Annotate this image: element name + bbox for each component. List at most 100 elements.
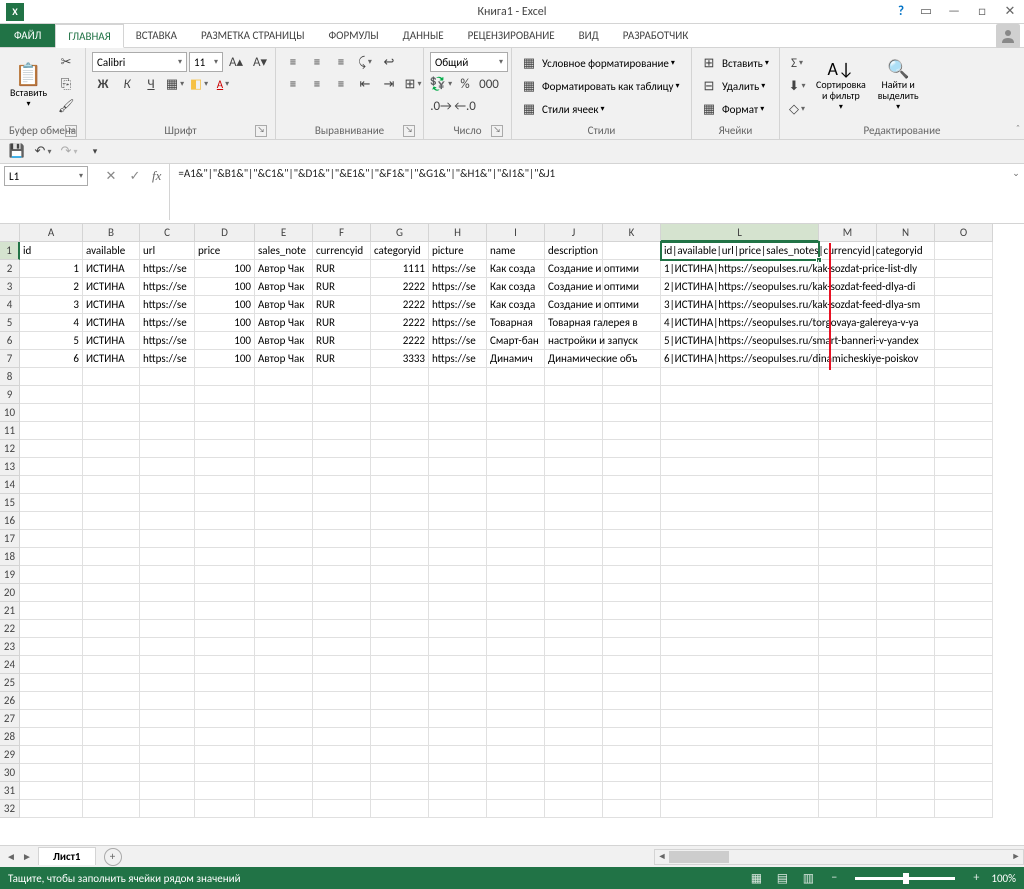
cell[interactable] <box>545 494 603 512</box>
row-header[interactable]: 20 <box>0 584 20 602</box>
collapse-ribbon-icon[interactable]: ˆ <box>1016 122 1020 135</box>
row-header[interactable]: 26 <box>0 692 20 710</box>
cell[interactable] <box>83 494 140 512</box>
cell[interactable] <box>603 782 661 800</box>
cell[interactable] <box>313 764 371 782</box>
cell[interactable] <box>603 674 661 692</box>
underline-button[interactable]: Ч <box>140 74 162 94</box>
sheet-nav-next-icon[interactable]: ► <box>20 850 34 863</box>
cell[interactable]: Смарт-бан <box>487 332 545 350</box>
cell[interactable] <box>935 404 993 422</box>
cell[interactable] <box>255 512 313 530</box>
cell[interactable] <box>140 584 195 602</box>
cell[interactable] <box>877 692 935 710</box>
cell[interactable] <box>603 476 661 494</box>
cell[interactable] <box>935 278 993 296</box>
cell[interactable] <box>313 800 371 818</box>
cell[interactable] <box>140 512 195 530</box>
close-button[interactable]: ✕ <box>996 1 1024 23</box>
column-header[interactable]: H <box>429 224 487 242</box>
cell[interactable] <box>819 602 877 620</box>
cell[interactable] <box>83 368 140 386</box>
cell[interactable] <box>255 440 313 458</box>
cell[interactable] <box>371 800 429 818</box>
tab-insert[interactable]: ВСТАВКА <box>124 24 189 47</box>
cell[interactable] <box>371 710 429 728</box>
tab-formulas[interactable]: ФОРМУЛЫ <box>316 24 390 47</box>
row-header[interactable]: 16 <box>0 512 20 530</box>
cell[interactable] <box>545 638 603 656</box>
column-header[interactable]: B <box>83 224 140 242</box>
cell[interactable] <box>255 620 313 638</box>
cell[interactable] <box>661 710 819 728</box>
cell[interactable] <box>819 620 877 638</box>
cell[interactable] <box>935 260 993 278</box>
align-bottom-icon[interactable]: ≡ <box>330 52 352 72</box>
cell[interactable] <box>661 620 819 638</box>
cell[interactable]: 5 <box>20 332 83 350</box>
cell[interactable] <box>140 782 195 800</box>
cell[interactable]: 3|ИСТИНА|https://seopulses.ru/kak-sozdat… <box>661 296 819 314</box>
cell[interactable] <box>313 602 371 620</box>
cell[interactable]: Создание и оптими <box>545 296 603 314</box>
cell[interactable] <box>487 746 545 764</box>
cell[interactable] <box>83 386 140 404</box>
cell[interactable] <box>255 566 313 584</box>
cell[interactable] <box>20 566 83 584</box>
cell[interactable] <box>545 800 603 818</box>
cell[interactable] <box>313 656 371 674</box>
increase-font-icon[interactable]: A▴ <box>225 52 247 72</box>
cell[interactable] <box>819 404 877 422</box>
cell[interactable] <box>313 404 371 422</box>
cell[interactable]: 2|ИСТИНА|https://seopulses.ru/kak-sozdat… <box>661 278 819 296</box>
font-color-button[interactable]: A <box>212 74 234 94</box>
fill-icon[interactable]: ⬇ <box>786 76 808 96</box>
page-layout-view-icon[interactable]: ▤ <box>771 869 793 887</box>
row-header[interactable]: 19 <box>0 566 20 584</box>
column-header[interactable]: G <box>371 224 429 242</box>
cell[interactable] <box>661 368 819 386</box>
cell[interactable]: настройки и запуск <box>545 332 603 350</box>
cell[interactable] <box>545 422 603 440</box>
row-header[interactable]: 32 <box>0 800 20 818</box>
cell[interactable]: 2222 <box>371 296 429 314</box>
cell[interactable] <box>429 692 487 710</box>
cell[interactable] <box>819 566 877 584</box>
row-header[interactable]: 29 <box>0 746 20 764</box>
cell[interactable] <box>20 800 83 818</box>
cell[interactable]: RUR <box>313 278 371 296</box>
cell[interactable]: 1 <box>20 260 83 278</box>
cell[interactable] <box>255 494 313 512</box>
cell[interactable] <box>83 458 140 476</box>
cell[interactable] <box>545 656 603 674</box>
cell[interactable] <box>255 674 313 692</box>
cell[interactable] <box>140 728 195 746</box>
cell[interactable] <box>935 314 993 332</box>
cell[interactable] <box>140 620 195 638</box>
cell[interactable] <box>20 530 83 548</box>
cell[interactable] <box>371 728 429 746</box>
cell[interactable] <box>603 386 661 404</box>
cell[interactable] <box>877 800 935 818</box>
cell[interactable] <box>935 566 993 584</box>
cell[interactable] <box>545 530 603 548</box>
cell[interactable] <box>371 440 429 458</box>
zoom-out-icon[interactable]: − <box>823 869 845 887</box>
cell[interactable] <box>313 476 371 494</box>
cell[interactable]: 3333 <box>371 350 429 368</box>
cell[interactable] <box>487 620 545 638</box>
cell[interactable]: RUR <box>313 350 371 368</box>
cell[interactable] <box>429 386 487 404</box>
sort-filter-button[interactable]: A↓ Сортировка и фильтр▾ <box>812 50 870 122</box>
cell[interactable] <box>877 638 935 656</box>
cell[interactable] <box>20 728 83 746</box>
cell[interactable] <box>140 746 195 764</box>
cell[interactable] <box>661 602 819 620</box>
enter-formula-icon[interactable]: ✓ <box>124 166 146 186</box>
cell[interactable]: 100 <box>195 278 255 296</box>
cell[interactable] <box>661 566 819 584</box>
worksheet-grid[interactable]: ABCDEFGHIJKLMNO1idavailableurlpricesales… <box>0 224 1024 845</box>
delete-cells-button[interactable]: ⊟Удалить▾ <box>698 76 769 96</box>
cell[interactable] <box>819 548 877 566</box>
decrease-font-icon[interactable]: A▾ <box>249 52 271 72</box>
